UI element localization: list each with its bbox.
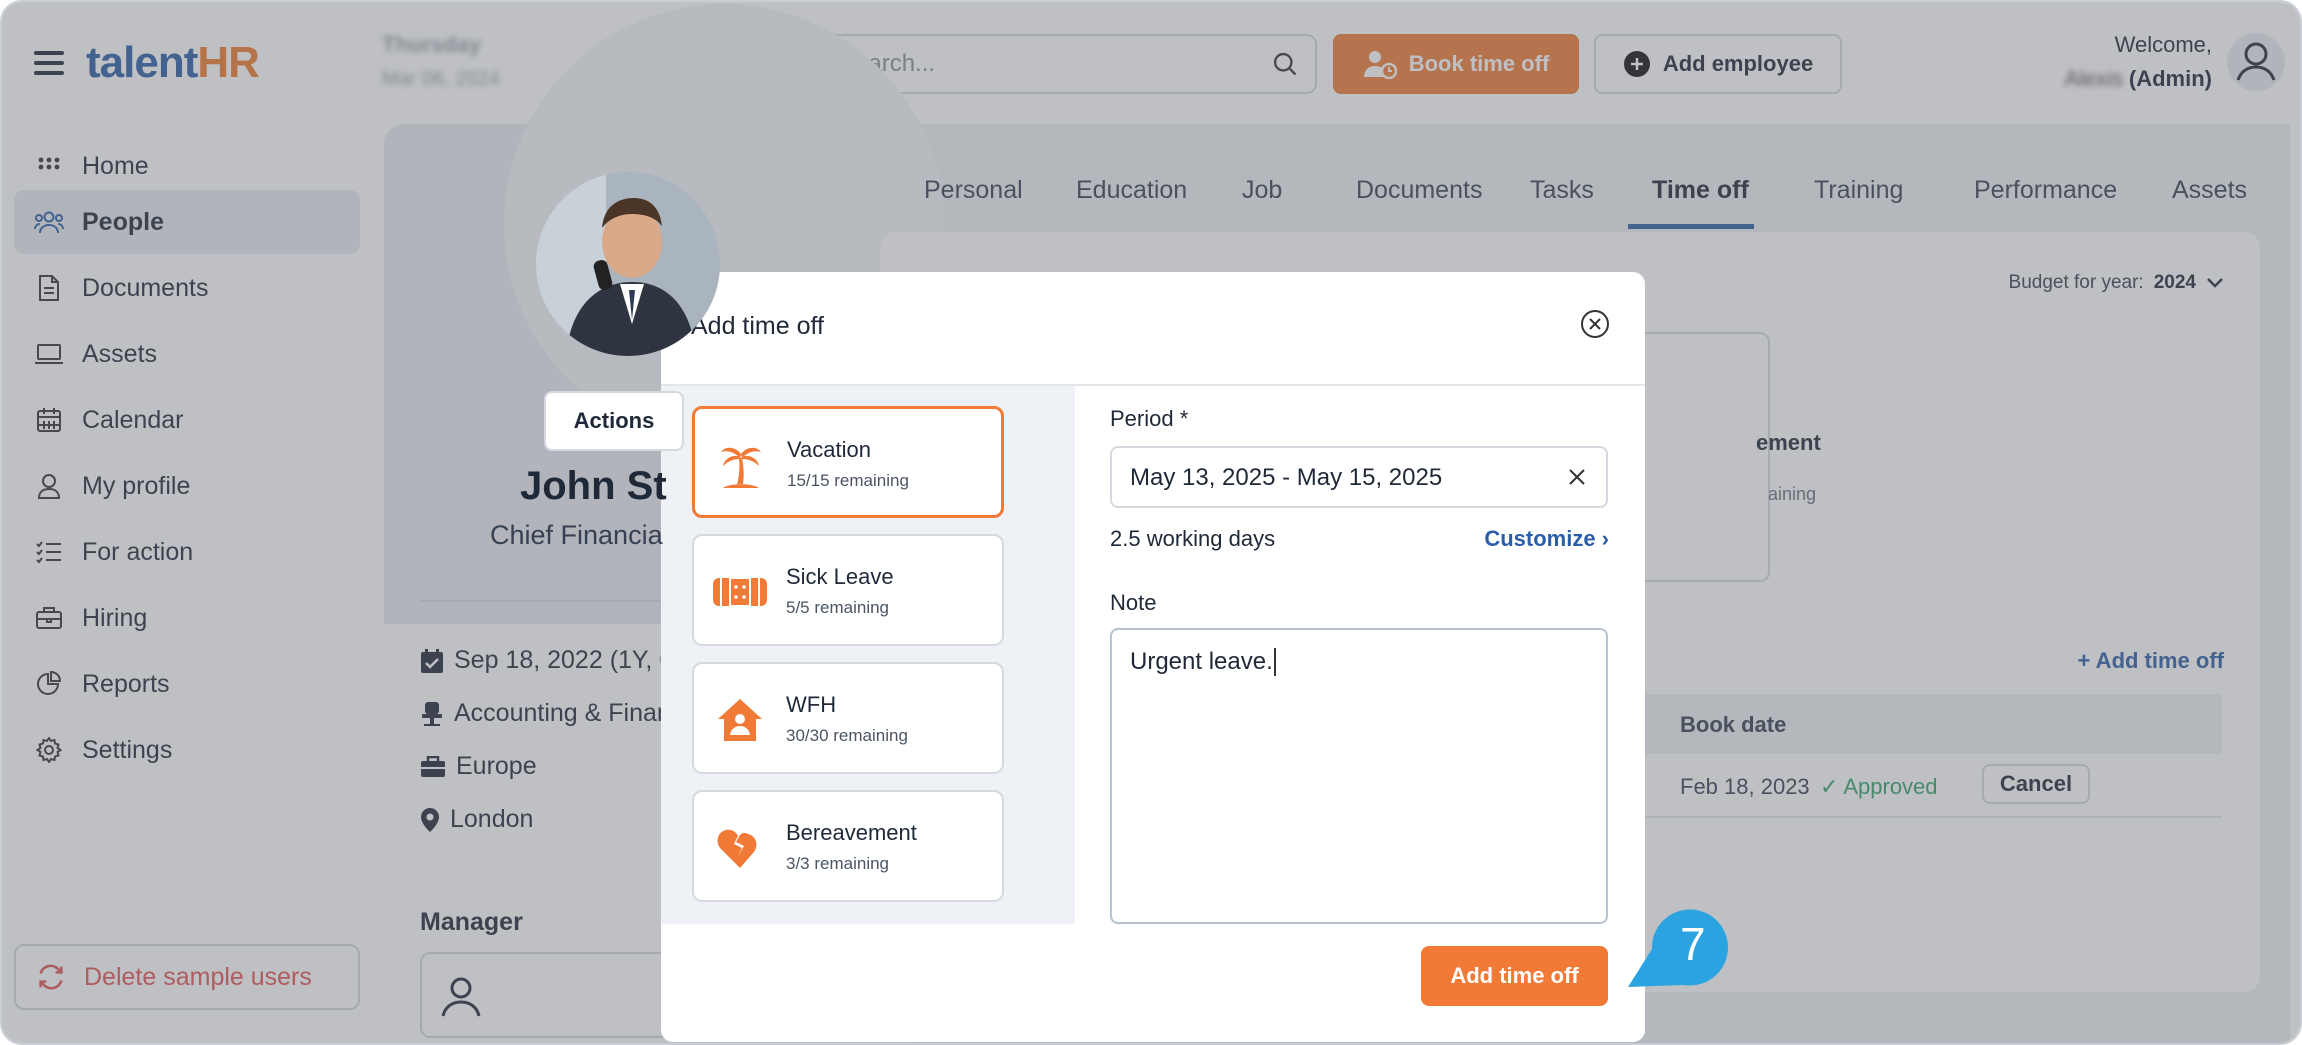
actions-button[interactable]: Actions <box>544 391 684 451</box>
leave-type-name: Vacation <box>787 437 871 462</box>
broken-heart-icon <box>712 822 768 874</box>
leave-type-vacation[interactable]: Vacation 15/15 remaining <box>692 406 1004 518</box>
leave-type-remaining: 30/30 remaining <box>786 726 908 745</box>
leave-type-name: Bereavement <box>786 820 917 845</box>
leave-type-list: Vacation 15/15 remaining Sick Leave 5/5 … <box>661 386 1075 924</box>
add-time-off-submit-button[interactable]: Add time off <box>1421 946 1608 1006</box>
period-label: Period * <box>1110 406 1189 431</box>
employee-title: Chief Financia <box>490 520 663 550</box>
bandage-icon <box>712 566 768 618</box>
leave-type-remaining: 15/15 remaining <box>787 471 909 490</box>
leave-type-bereavement[interactable]: Bereavement 3/3 remaining <box>692 790 1004 902</box>
period-value: May 13, 2025 - May 15, 2025 <box>1130 464 1443 491</box>
close-icon[interactable] <box>1579 308 1611 340</box>
working-days-text: 2.5 working days <box>1110 526 1276 551</box>
palm-tree-icon <box>713 439 769 491</box>
leave-type-name: Sick Leave <box>786 564 894 589</box>
period-date-range-input[interactable]: May 13, 2025 - May 15, 2025 <box>1110 446 1608 508</box>
add-time-off-modal: Add time off Vacation 15/15 remaining Si… <box>661 272 1645 1042</box>
step-number: 7 <box>1680 918 1706 970</box>
note-textarea[interactable]: Urgent leave. <box>1110 628 1608 924</box>
leave-type-name: WFH <box>786 692 837 717</box>
note-label: Note <box>1110 590 1157 615</box>
leave-type-remaining: 3/3 remaining <box>786 854 890 873</box>
modal-title: Add time off <box>691 312 824 340</box>
home-icon <box>712 694 768 746</box>
employee-photo <box>536 172 720 356</box>
step-badge: 7 <box>1622 909 1734 989</box>
employee-name: John St <box>520 464 667 508</box>
clear-icon[interactable] <box>1566 466 1588 488</box>
leave-type-remaining: 5/5 remaining <box>786 598 890 617</box>
customize-link[interactable]: Customize › <box>1484 526 1609 552</box>
leave-type-wfh[interactable]: WFH 30/30 remaining <box>692 662 1004 774</box>
app-window: talentHR Thursday Mar 06, 2024 Book time… <box>0 0 2302 1045</box>
note-value: Urgent leave. <box>1130 648 1276 676</box>
leave-type-sick-leave[interactable]: Sick Leave 5/5 remaining <box>692 534 1004 646</box>
